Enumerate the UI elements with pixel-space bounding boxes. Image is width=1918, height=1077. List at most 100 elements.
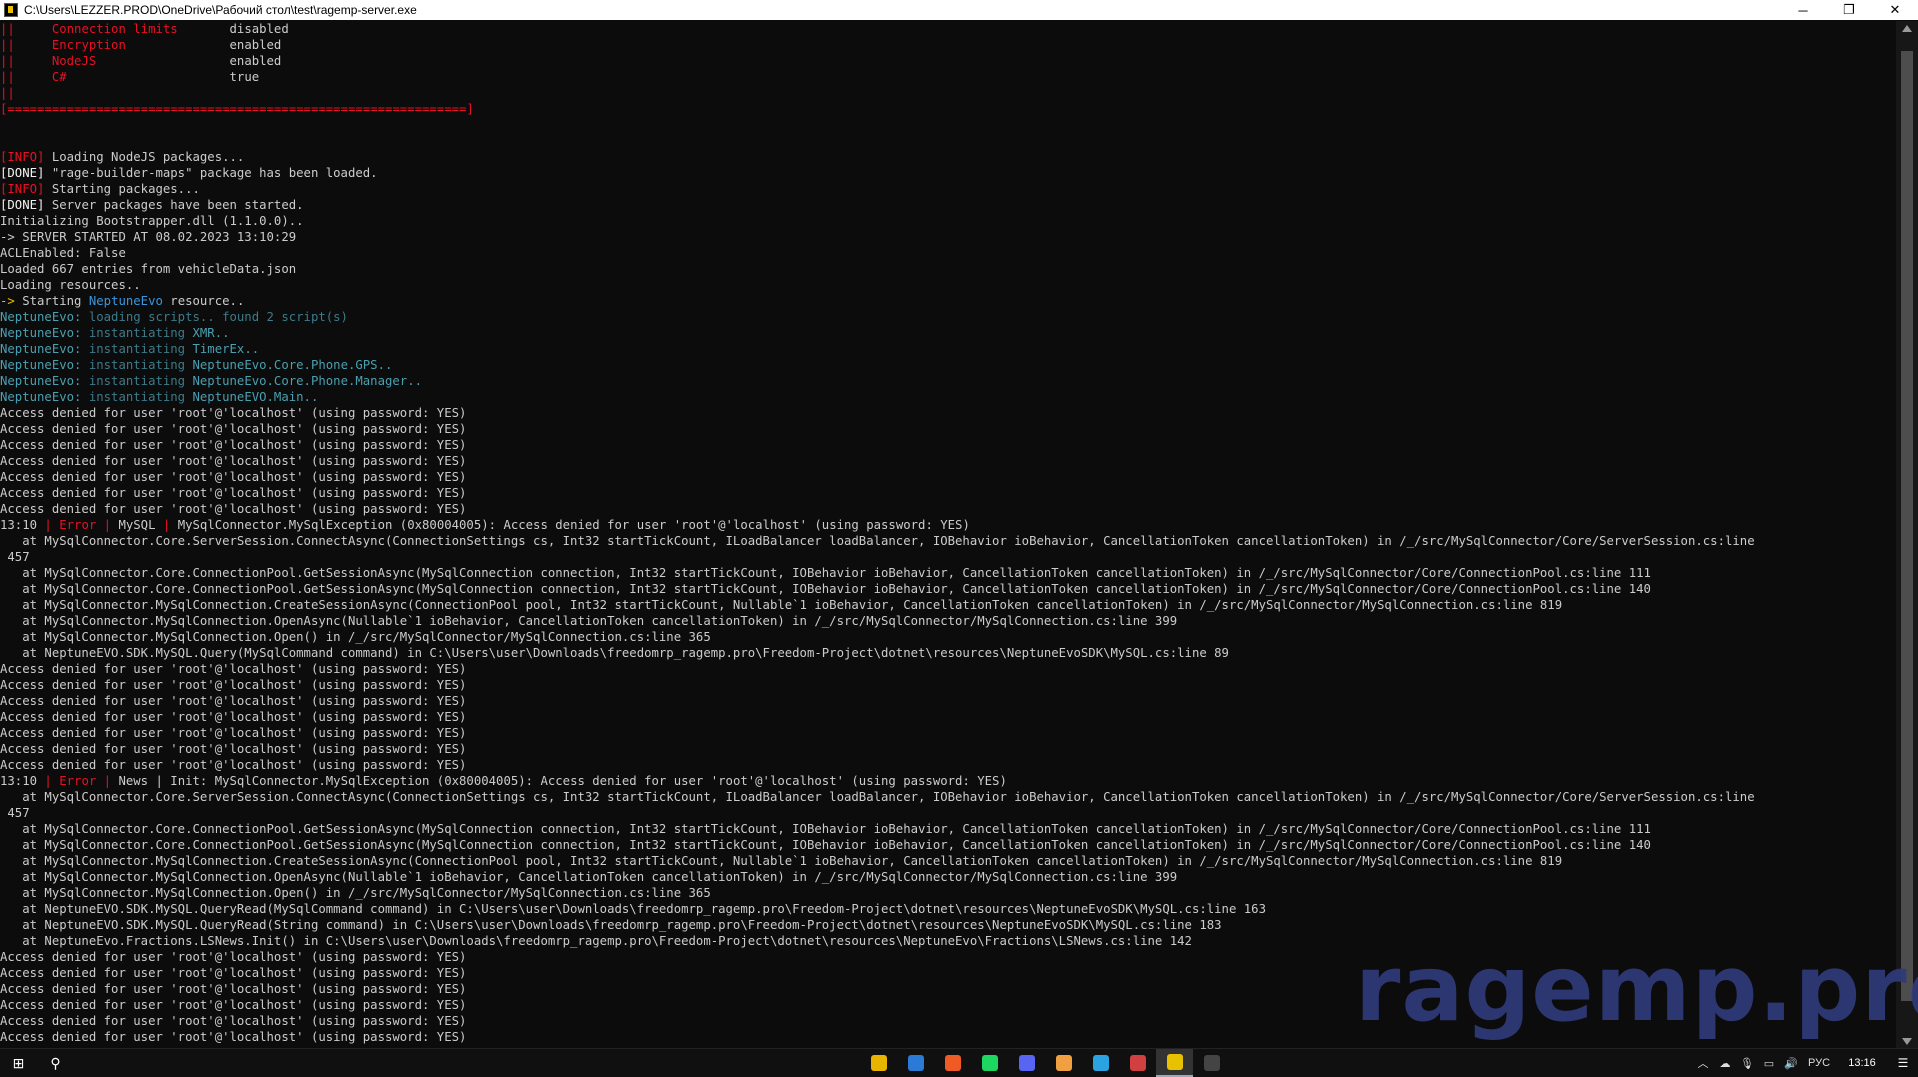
console-line: at NeptuneEVO.SDK.MySQL.QueryRead(String… xyxy=(0,917,1896,933)
console-text-segment: Loading resources.. xyxy=(0,278,141,292)
console-text-segment: || xyxy=(0,38,52,52)
language-indicator[interactable]: РУС xyxy=(1802,1057,1836,1069)
console-line: || xyxy=(0,85,1896,101)
network-icon[interactable]: ▭ xyxy=(1758,1057,1780,1070)
console-text-segment: "rage-builder-maps" package has been loa… xyxy=(44,166,378,180)
scroll-up-arrow-icon[interactable] xyxy=(1902,25,1912,32)
console-text-segment: Access denied for user 'root'@'localhost… xyxy=(0,694,467,708)
console-line: Access denied for user 'root'@'localhost… xyxy=(0,453,1896,469)
console-text-segment: NodeJS xyxy=(51,54,230,68)
console-text-segment: Access denied for user 'root'@'localhost… xyxy=(0,502,467,516)
close-button[interactable]: ✕ xyxy=(1872,0,1918,20)
console-text-segment: 13:10 xyxy=(0,518,45,532)
minimize-button[interactable]: ─ xyxy=(1780,0,1826,20)
console-line: [INFO] Starting packages... xyxy=(0,181,1896,197)
taskbar-app-telegram[interactable] xyxy=(1082,1049,1119,1077)
console-text-segment: NeptuneEvo: xyxy=(0,326,82,340)
console-text-segment: enabled xyxy=(229,54,282,68)
console-line: Access denied for user 'root'@'localhost… xyxy=(0,437,1896,453)
console-text-segment: Access denied for user 'root'@'localhost… xyxy=(0,726,467,740)
console-text-segment: at MySqlConnector.Core.ConnectionPool.Ge… xyxy=(0,822,1651,836)
scrollbar-thumb[interactable] xyxy=(1901,51,1913,1001)
console-line: [DONE] "rage-builder-maps" package has b… xyxy=(0,165,1896,181)
console-text-segment: 457 xyxy=(0,806,30,820)
console-text-segment: NeptuneEvo: xyxy=(0,342,82,356)
taskbar-app-app-grid[interactable] xyxy=(1119,1049,1156,1077)
taskbar-app-file-explorer[interactable] xyxy=(860,1049,897,1077)
console-text-segment: || xyxy=(0,22,52,36)
console-text-segment: Access denied for user 'root'@'localhost… xyxy=(0,710,467,724)
console-text-segment: Access denied for user 'root'@'localhost… xyxy=(0,422,467,436)
console-line: NeptuneEvo: instantiating NeptuneEvo.Cor… xyxy=(0,357,1896,373)
console-text-segment: at MySqlConnector.MySqlConnection.Create… xyxy=(0,854,1563,868)
start-button[interactable]: ⊞ xyxy=(0,1049,37,1077)
taskbar-app-ragemp-server[interactable] xyxy=(1156,1049,1193,1077)
console-text-segment: NeptuneEvo.Core.Phone.GPS.. xyxy=(192,358,393,372)
telegram-icon xyxy=(1092,1055,1109,1071)
taskbar-app-vscode[interactable] xyxy=(897,1049,934,1077)
console-text-segment: instantiating xyxy=(81,374,193,388)
console-text-segment: [DONE] xyxy=(0,166,45,180)
console-line: 13:10 | Error | News | Init: MySqlConnec… xyxy=(0,773,1896,789)
console-text-segment: Access denied for user 'root'@'localhost… xyxy=(0,1030,467,1044)
brave-icon xyxy=(944,1055,961,1071)
microphone-icon[interactable]: 🎙 xyxy=(1736,1057,1758,1070)
windows-icon: ⊞ xyxy=(12,1054,25,1071)
console-text-segment: Access denied for user 'root'@'localhost… xyxy=(0,998,467,1012)
taskbar-app-discord[interactable] xyxy=(1008,1049,1045,1077)
search-button[interactable]: ⚲ xyxy=(37,1049,74,1077)
console-text-segment: -> xyxy=(0,294,15,308)
console-text-segment: | Error | xyxy=(44,518,112,532)
console-text-segment: Access denied for user 'root'@'localhost… xyxy=(0,470,467,484)
console-text-segment: MySqlConnector.MySqlException (0x8000400… xyxy=(170,518,970,532)
taskbar-app-spotify[interactable] xyxy=(971,1049,1008,1077)
clock[interactable]: 13:16 xyxy=(1836,1057,1888,1069)
console-text-segment: at MySqlConnector.Core.ConnectionPool.Ge… xyxy=(0,566,1651,580)
console-line: at NeptuneEVO.SDK.MySQL.QueryRead(MySqlC… xyxy=(0,901,1896,917)
taskbar-app-brave[interactable] xyxy=(934,1049,971,1077)
show-hidden-icons-button[interactable]: ︿ xyxy=(1692,1055,1714,1071)
taskbar-app-epic-games[interactable] xyxy=(1193,1049,1230,1077)
console-line: at MySqlConnector.MySqlConnection.OpenAs… xyxy=(0,869,1896,885)
console-text-segment: resource.. xyxy=(162,294,245,308)
pinned-apps xyxy=(860,1049,1230,1077)
console-line: Access denied for user 'root'@'localhost… xyxy=(0,469,1896,485)
console-line: Access denied for user 'root'@'localhost… xyxy=(0,405,1896,421)
console-text-segment: at NeptuneEvo.Fractions.LSNews.Init() in… xyxy=(0,934,1192,948)
console-line: -> Starting NeptuneEvo resource.. xyxy=(0,293,1896,309)
console-line: at MySqlConnector.MySqlConnection.Open()… xyxy=(0,885,1896,901)
watermark: ragemp.pro xyxy=(1355,935,1918,1042)
console-output[interactable]: || Connection limits disabled || Encrypti… xyxy=(0,21,1896,1049)
maximize-button[interactable]: ❐ xyxy=(1826,0,1872,20)
cloud-icon[interactable]: ☁ xyxy=(1714,1057,1736,1070)
console-line: NeptuneEvo: instantiating NeptuneEvo.Cor… xyxy=(0,373,1896,389)
console-text-segment: || xyxy=(0,54,52,68)
title-bar: C:\Users\LEZZER.PROD\OneDrive\Рабочий ст… xyxy=(0,0,1918,20)
app-grid-icon xyxy=(1129,1055,1146,1071)
console-line: Loading resources.. xyxy=(0,277,1896,293)
console-text-segment: Initializing Bootstrapper.dll (1.1.0.0).… xyxy=(0,214,304,228)
console-line: at MySqlConnector.Core.ServerSession.Con… xyxy=(0,533,1896,549)
console-text-segment: | Error | xyxy=(44,774,112,788)
console-text-segment: at MySqlConnector.MySqlConnection.Open()… xyxy=(0,630,711,644)
console-text-segment: Access denied for user 'root'@'localhost… xyxy=(0,678,467,692)
console-line: Access denied for user 'root'@'localhost… xyxy=(0,693,1896,709)
console-text-segment: Access denied for user 'root'@'localhost… xyxy=(0,950,467,964)
console-text-segment: enabled xyxy=(229,38,282,52)
console-text-segment: Access denied for user 'root'@'localhost… xyxy=(0,758,467,772)
console-text-segment: C# xyxy=(51,70,230,84)
console-line: NeptuneEvo: instantiating XMR.. xyxy=(0,325,1896,341)
console-text-segment: Access denied for user 'root'@'localhost… xyxy=(0,406,467,420)
console-line: Access denied for user 'root'@'localhost… xyxy=(0,421,1896,437)
console-text-segment: [INFO] xyxy=(0,150,45,164)
console-line: NeptuneEvo: instantiating TimerEx.. xyxy=(0,341,1896,357)
notification-center-icon[interactable]: ☰ xyxy=(1888,1056,1918,1070)
volume-icon[interactable]: 🔊 xyxy=(1780,1057,1802,1070)
console-line: -> SERVER STARTED AT 08.02.2023 13:10:29 xyxy=(0,229,1896,245)
taskbar-app-app-orange[interactable] xyxy=(1045,1049,1082,1077)
console-text-segment: at MySqlConnector.MySqlConnection.Create… xyxy=(0,598,1563,612)
console-line: at MySqlConnector.Core.ConnectionPool.Ge… xyxy=(0,837,1896,853)
console-line: || Connection limits disabled xyxy=(0,21,1896,37)
console-scrollbar[interactable] xyxy=(1896,21,1918,1049)
